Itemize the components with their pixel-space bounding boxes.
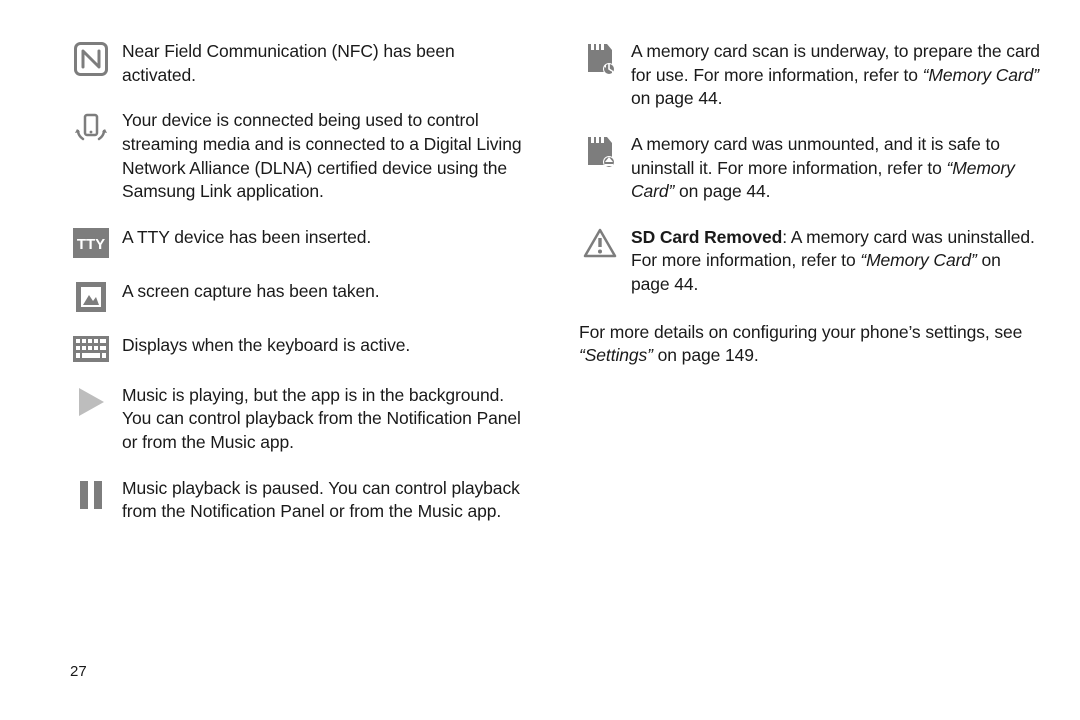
pause-icon xyxy=(70,477,112,511)
nfc-icon xyxy=(70,40,112,76)
svg-text:TTY: TTY xyxy=(77,236,105,253)
row-tty: TTY A TTY device has been inserted. xyxy=(70,226,531,258)
text-screenshot: A screen capture has been taken. xyxy=(112,280,531,304)
tty-icon: TTY xyxy=(70,226,112,258)
text-play: Music is playing, but the app is in the … xyxy=(112,384,531,455)
text-pause: Music playback is paused. You can contro… xyxy=(112,477,531,524)
row-pause: Music playback is paused. You can contro… xyxy=(70,477,531,524)
sd-unmount-icon xyxy=(579,133,621,169)
left-column: Near Field Communication (NFC) has been … xyxy=(70,40,531,720)
play-icon xyxy=(70,384,112,418)
screenshot-icon xyxy=(70,280,112,312)
footer-note: For more details on configuring your pho… xyxy=(579,321,1040,368)
row-sd-unmount: A memory card was unmounted, and it is s… xyxy=(579,133,1040,204)
row-nfc: Near Field Communication (NFC) has been … xyxy=(70,40,531,87)
row-dlna: Your device is connected being used to c… xyxy=(70,109,531,204)
text-sd-scan: A memory card scan is underway, to prepa… xyxy=(621,40,1040,111)
text-dlna: Your device is connected being used to c… xyxy=(112,109,531,204)
right-column: A memory card scan is underway, to prepa… xyxy=(579,40,1040,720)
row-keyboard: Displays when the keyboard is active. xyxy=(70,334,531,362)
dlna-icon xyxy=(70,109,112,143)
text-nfc: Near Field Communication (NFC) has been … xyxy=(112,40,531,87)
text-keyboard: Displays when the keyboard is active. xyxy=(112,334,531,358)
sd-scan-icon xyxy=(579,40,621,76)
row-sd-removed: SD Card Removed: A memory card was unins… xyxy=(579,226,1040,297)
manual-page: Near Field Communication (NFC) has been … xyxy=(0,0,1080,720)
text-sd-unmount: A memory card was unmounted, and it is s… xyxy=(621,133,1040,204)
row-sd-scan: A memory card scan is underway, to prepa… xyxy=(579,40,1040,111)
row-screenshot: A screen capture has been taken. xyxy=(70,280,531,312)
row-play: Music is playing, but the app is in the … xyxy=(70,384,531,455)
page-number: 27 xyxy=(70,663,87,680)
alert-icon xyxy=(579,226,621,258)
text-tty: A TTY device has been inserted. xyxy=(112,226,531,250)
text-sd-removed: SD Card Removed: A memory card was unins… xyxy=(621,226,1040,297)
keyboard-icon xyxy=(70,334,112,362)
